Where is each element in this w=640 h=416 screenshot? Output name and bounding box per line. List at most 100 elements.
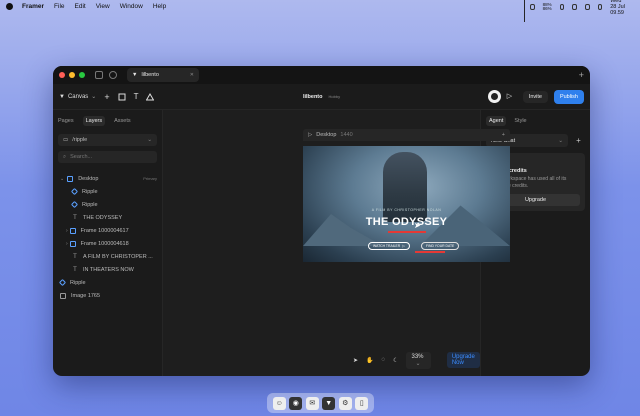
layer-item[interactable]: T THE ODYSSEY [58, 211, 157, 224]
chevron-down-icon[interactable]: ⌄ [60, 176, 64, 182]
left-panel: Pages Layers Assets ▭ /ripple ⌄ ⌕ Search… [53, 110, 163, 376]
screen-record-icon[interactable] [530, 3, 535, 10]
tab-assets[interactable]: Assets [114, 118, 131, 124]
hero-title[interactable]: THE ODYSSEY [303, 216, 510, 228]
battery-status[interactable]: 88% 86% [543, 2, 552, 11]
layer-item[interactable]: ⌄ Desktop Primary [58, 172, 157, 185]
play-preview-icon[interactable]: ▷ [507, 92, 517, 102]
upgrade-now-button[interactable]: Upgrade Now [446, 352, 480, 368]
layer-label: Frame 1000004618 [80, 240, 129, 247]
hand-tool-icon[interactable]: ✋ [366, 357, 373, 364]
menubar: Framer File Edit View Window Help 88% 86… [0, 0, 640, 22]
display-icon[interactable] [559, 3, 565, 10]
insert-button[interactable]: + [104, 92, 109, 102]
tab-style[interactable]: Style [514, 118, 526, 124]
menu-edit[interactable]: Edit [75, 3, 86, 10]
minimize-window-button[interactable] [69, 72, 75, 78]
close-tab-icon[interactable]: ✕ [190, 72, 194, 78]
zoom-window-button[interactable] [79, 72, 85, 78]
project-tab[interactable]: ▼ lilbento ✕ [127, 68, 199, 82]
layer-item[interactable]: Ripple [58, 198, 157, 211]
layer-item[interactable]: › Frame 1000004618 [58, 237, 157, 250]
pointer-tool-icon[interactable]: ➤ [353, 357, 358, 364]
home-icon[interactable] [95, 71, 103, 79]
text-tool-icon[interactable]: T [134, 92, 139, 101]
toolbar: ▼ Canvas ⌄ + T lilbento Hobby ▷ Invite P… [53, 84, 590, 110]
project-title[interactable]: lilbento Hobby [303, 94, 340, 100]
mouse-cursor-icon: ➤ [414, 221, 421, 230]
layer-search[interactable]: ⌕ Search... [58, 151, 157, 163]
hero-frame[interactable]: A FILM BY CHRISTOPHER NOLAN THE ODYSSEY … [303, 146, 510, 262]
find-date-button[interactable]: FIND YOUR DATE [421, 242, 460, 250]
layer-item[interactable]: Image 1765 [58, 289, 157, 302]
frame-tool-icon[interactable] [118, 93, 126, 101]
menu-help[interactable]: Help [153, 3, 166, 10]
chrome-icon[interactable]: ◉ [289, 396, 303, 410]
component-icon [58, 278, 67, 287]
control-center-icon[interactable] [597, 3, 603, 10]
text-icon: T [73, 253, 77, 260]
title-bar: ▼ lilbento ✕ + [53, 66, 590, 84]
component-icon [70, 187, 79, 196]
framer-dock-icon[interactable]: ▼ [322, 396, 336, 410]
canvas[interactable]: ▷ Desktop 1440 + A FILM BY CHRISTOPHER N… [163, 110, 510, 376]
zoom-value: 33% [411, 353, 424, 360]
menu-window[interactable]: Window [120, 3, 143, 10]
tab-pages[interactable]: Pages [58, 118, 74, 124]
frame-icon [67, 175, 74, 182]
new-tab-button[interactable]: + [579, 70, 584, 80]
layer-label: IN THEATERS NOW [83, 266, 134, 273]
tab-title: lilbento [141, 72, 159, 78]
avatar[interactable] [487, 90, 501, 103]
canvas-menu[interactable]: ▼ Canvas ⌄ [59, 93, 96, 101]
search-icon[interactable] [584, 3, 590, 10]
framer-logo-icon: ▼ [132, 72, 138, 78]
chevron-down-icon: ⌄ [415, 360, 421, 367]
film-by-text[interactable]: A FILM BY CHRISTOPHER NOLAN [303, 208, 510, 212]
watch-trailer-button[interactable]: WATCH TRAILER ▷ [368, 242, 410, 250]
dark-mode-icon[interactable]: ☾ [393, 357, 398, 364]
tab-agent[interactable]: Agent [486, 116, 507, 126]
chevron-down-icon: ⌄ [147, 137, 152, 143]
close-window-button[interactable] [59, 72, 65, 78]
menu-view[interactable]: View [96, 3, 110, 10]
comment-icon[interactable]: ◌ [382, 357, 386, 363]
layer-item[interactable]: Ripple [58, 276, 157, 289]
globe-icon[interactable] [109, 71, 117, 79]
chevron-down-icon: ⌄ [558, 137, 563, 144]
invite-button[interactable]: Invite [522, 90, 548, 103]
frame-header[interactable]: ▷ Desktop 1440 + [303, 129, 510, 141]
canvas-label: Canvas [67, 93, 89, 100]
add-breakpoint-button[interactable]: + [502, 132, 505, 138]
frame-name: Desktop [316, 132, 337, 138]
frame-icon [69, 227, 76, 234]
layer-item[interactable]: T IN THEATERS NOW [58, 263, 157, 276]
apple-icon[interactable] [6, 3, 13, 10]
clock[interactable]: Wed 28 Jul 09.59 [610, 0, 629, 16]
layer-label: A FILM BY CHRISTOPER ... [83, 253, 153, 260]
layer-label: THE ODYSSEY [83, 214, 123, 221]
new-chat-button[interactable]: + [572, 136, 585, 145]
finder-icon[interactable]: ☺ [272, 396, 286, 410]
publish-button[interactable]: Publish [553, 89, 584, 104]
search-icon: ⌕ [63, 153, 67, 160]
component-select[interactable]: ▭ /ripple ⌄ [58, 134, 157, 146]
zoom-select[interactable]: 33% ⌄ [406, 351, 431, 369]
tab-layers[interactable]: Layers [82, 116, 106, 126]
menu-file[interactable]: File [54, 3, 64, 10]
chevron-right-icon[interactable]: › [66, 228, 68, 234]
warning-icon[interactable] [146, 92, 155, 101]
selection-underline [415, 251, 445, 253]
wifi-icon[interactable] [572, 3, 577, 10]
settings-icon[interactable]: ⚙ [338, 396, 352, 410]
layer-item[interactable]: Ripple [58, 185, 157, 198]
menu-app-name[interactable]: Framer [22, 3, 44, 10]
play-icon[interactable]: ▷ [308, 132, 312, 138]
layer-item[interactable]: T A FILM BY CHRISTOPER ... [58, 250, 157, 263]
layer-item[interactable]: › Frame 1000004617 [58, 224, 157, 237]
mail-icon[interactable]: ✉ [305, 396, 319, 410]
chevron-right-icon[interactable]: › [66, 241, 68, 247]
component-icon [70, 200, 79, 209]
trash-icon[interactable]: ▯ [355, 396, 369, 410]
frame-icon [69, 240, 76, 247]
